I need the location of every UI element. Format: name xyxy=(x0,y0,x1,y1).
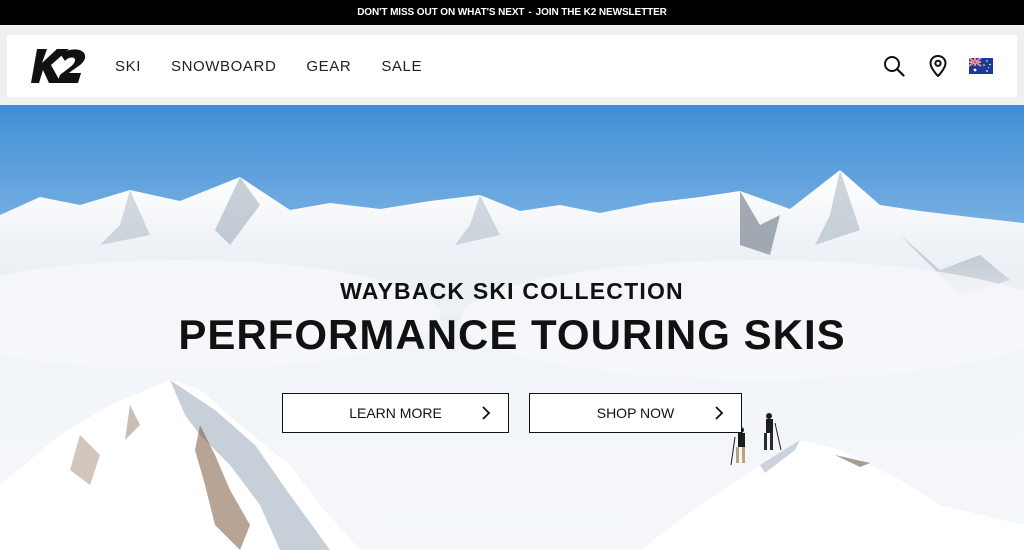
nav-item-gear[interactable]: GEAR xyxy=(306,58,351,75)
header-utilities xyxy=(863,35,993,97)
nav-item-ski[interactable]: SKI xyxy=(115,58,141,75)
hero-title: PERFORMANCE TOURING SKIS xyxy=(178,311,846,358)
learn-more-label: LEARN MORE xyxy=(349,405,442,421)
search-icon[interactable] xyxy=(881,53,907,79)
announcement-bar[interactable]: DON'T MISS OUT ON WHAT'S NEXT - JOIN THE… xyxy=(0,0,1024,25)
nav-item-snowboard[interactable]: SNOWBOARD xyxy=(171,58,276,75)
shop-now-label: SHOP NOW xyxy=(596,405,675,421)
announcement-separator: - xyxy=(528,7,532,18)
chevron-right-icon xyxy=(715,406,724,420)
announcement-lead: DON'T MISS OUT ON WHAT'S NEXT xyxy=(357,7,525,18)
chevron-right-icon xyxy=(482,406,491,420)
main-nav: SKI SNOWBOARD GEAR SALE xyxy=(115,35,452,97)
learn-more-button[interactable]: LEARN MORE xyxy=(282,393,509,433)
shop-now-button[interactable]: SHOP NOW xyxy=(529,393,742,433)
header-wrapper: SKI SNOWBOARD GEAR SALE xyxy=(0,25,1024,105)
location-pin-icon[interactable] xyxy=(925,53,951,79)
hero-subtitle: WAYBACK SKI COLLECTION xyxy=(340,278,684,304)
hero-banner: WAYBACK SKI COLLECTION PERFORMANCE TOURI… xyxy=(0,105,1024,550)
site-header: SKI SNOWBOARD GEAR SALE xyxy=(7,35,1017,97)
k2-logo[interactable] xyxy=(31,49,87,83)
newsletter-link[interactable]: JOIN THE K2 NEWSLETTER xyxy=(536,7,667,18)
australia-flag-icon[interactable] xyxy=(969,58,993,74)
nav-item-sale[interactable]: SALE xyxy=(381,58,422,75)
